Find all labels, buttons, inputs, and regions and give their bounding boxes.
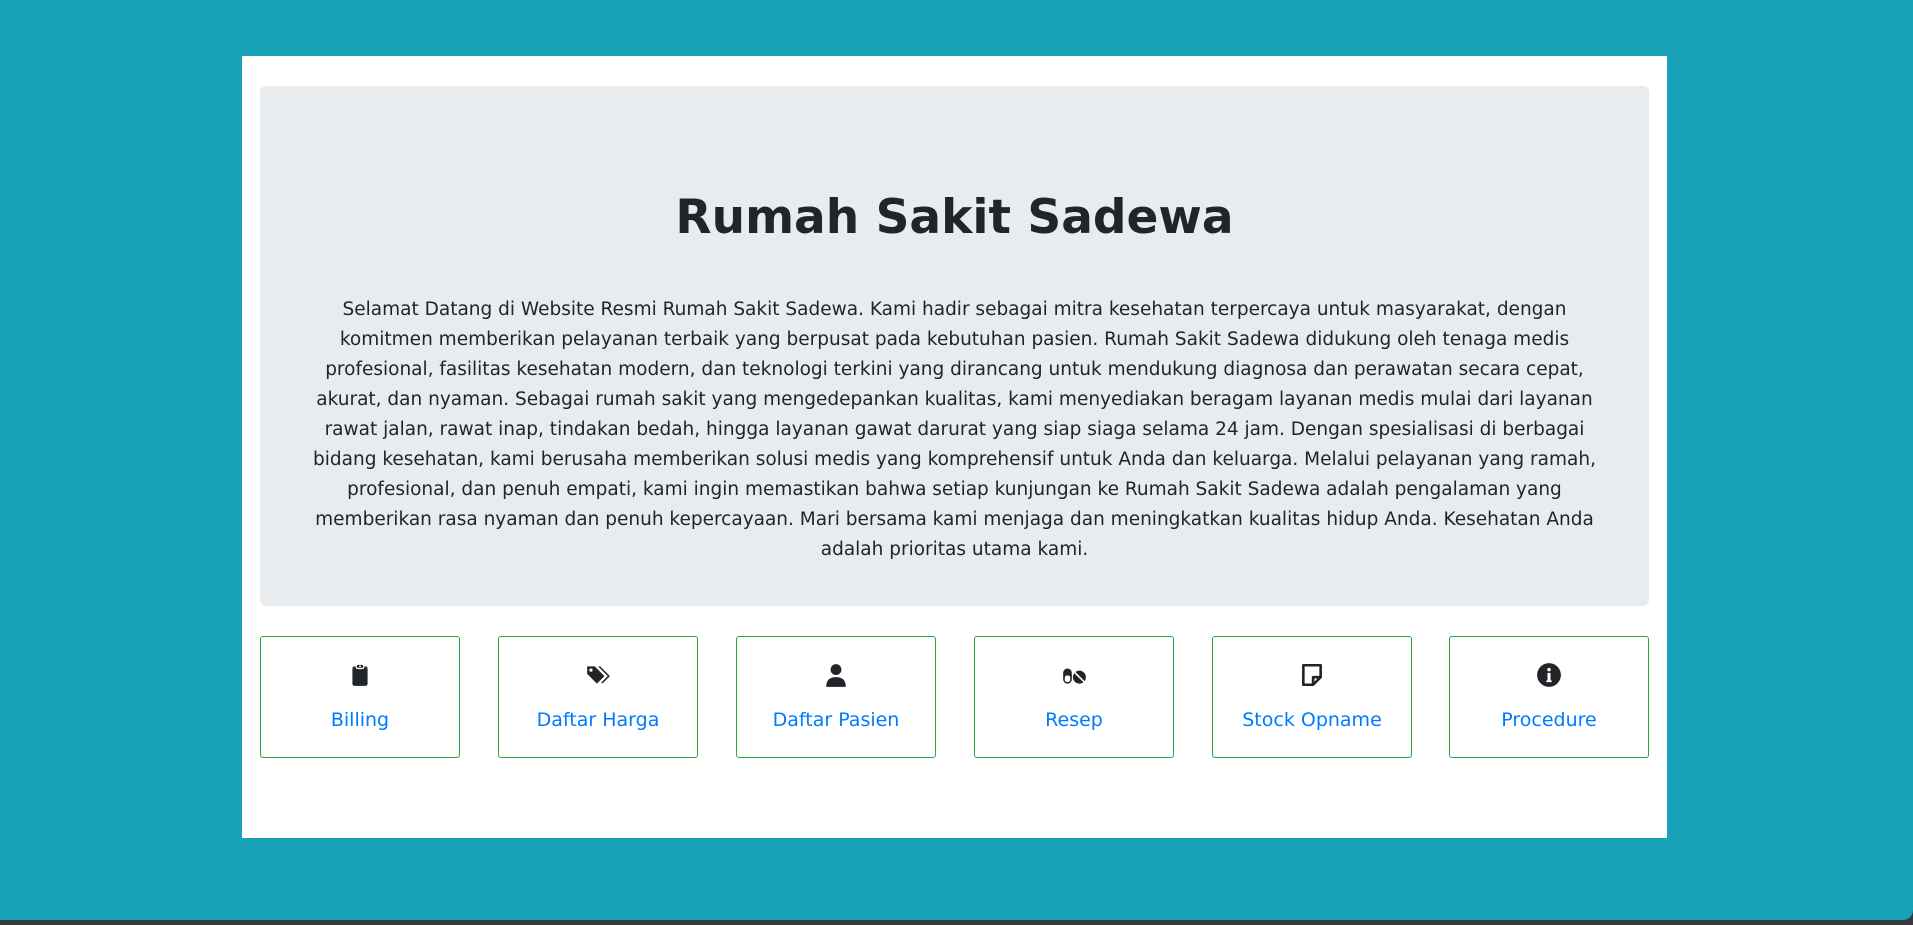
menu-card-daftar-pasien[interactable]: Daftar Pasien — [736, 636, 936, 758]
menu-card-label: Daftar Harga — [536, 709, 660, 731]
menu-card-label: Stock Opname — [1242, 709, 1382, 731]
menu-card-procedure[interactable]: Procedure — [1449, 636, 1649, 758]
sticky-note-icon — [1213, 661, 1411, 689]
menu-card-label: Daftar Pasien — [772, 709, 900, 731]
page-title: Rumah Sakit Sadewa — [675, 190, 1234, 245]
user-icon — [737, 661, 935, 689]
menu-card-label: Procedure — [1501, 709, 1597, 731]
clipboard-icon — [261, 661, 459, 689]
menu-card-stock-opname[interactable]: Stock Opname — [1212, 636, 1412, 758]
hero-description: Selamat Datang di Website Resmi Rumah Sa… — [313, 299, 1596, 560]
menu-card-billing[interactable]: Billing — [260, 636, 460, 758]
pills-icon — [975, 661, 1173, 689]
info-circle-icon — [1450, 661, 1648, 689]
menu-cards: Billing Daftar Harga Daftar Pasien Resep — [260, 636, 1649, 758]
hero-jumbotron: Rumah Sakit Sadewa Selamat Datang di Web… — [260, 86, 1649, 606]
menu-card-resep[interactable]: Resep — [974, 636, 1174, 758]
page-background: Rumah Sakit Sadewa Selamat Datang di Web… — [0, 0, 1913, 920]
tags-icon — [499, 661, 697, 689]
menu-card-label: Resep — [1045, 709, 1103, 731]
menu-card-daftar-harga[interactable]: Daftar Harga — [498, 636, 698, 758]
main-container: Rumah Sakit Sadewa Selamat Datang di Web… — [242, 56, 1667, 838]
menu-card-label: Billing — [330, 709, 390, 731]
